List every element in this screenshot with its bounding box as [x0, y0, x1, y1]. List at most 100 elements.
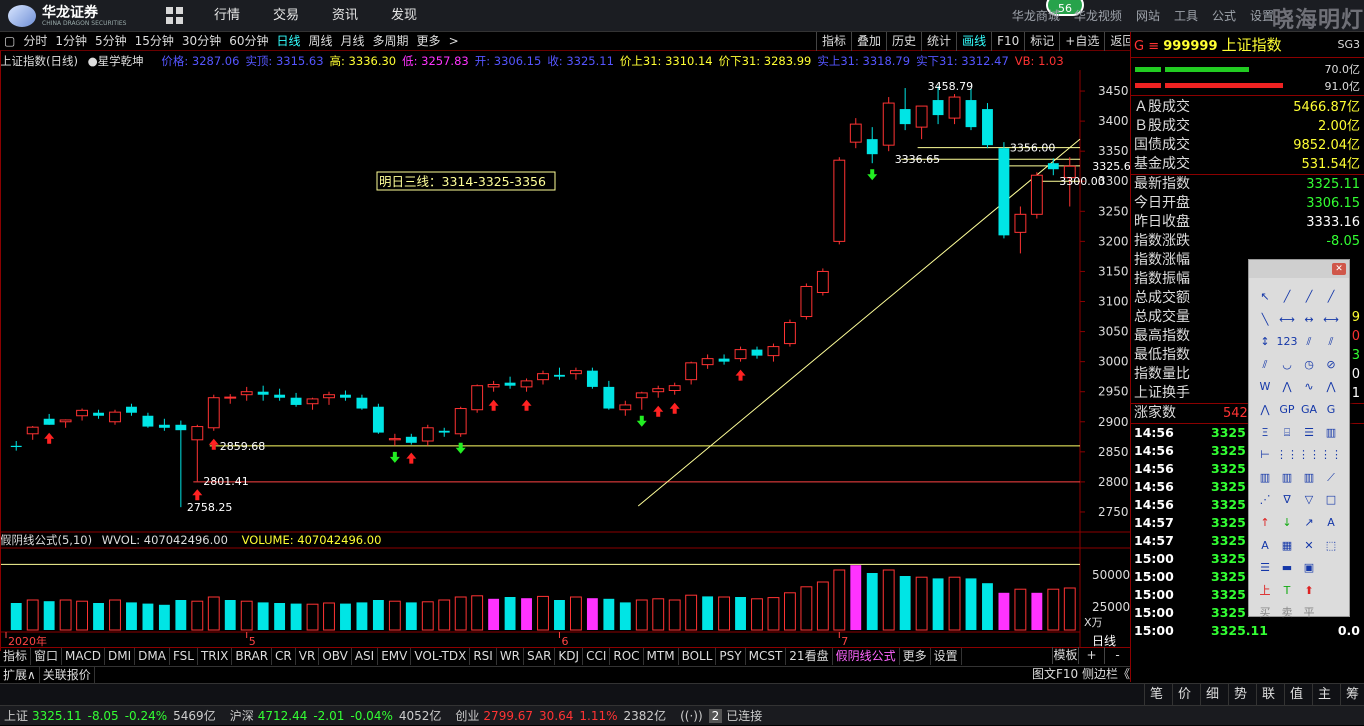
draw-tool-trade-1[interactable]: 卖	[1276, 602, 1298, 625]
candle[interactable]	[158, 418, 170, 431]
period-tab-9[interactable]: 多周期	[369, 32, 413, 50]
quote-tab-3[interactable]: 势	[1228, 683, 1252, 706]
candle[interactable]	[586, 367, 598, 389]
extension-item-1[interactable]: 关联报价	[40, 667, 95, 683]
template-control-1[interactable]: +	[1078, 647, 1104, 664]
indicator-tab-23[interactable]: MCST	[746, 648, 787, 665]
draw-tool-icon[interactable]: ╱	[1276, 286, 1298, 309]
indicator-tab-6[interactable]: TRIX	[198, 648, 233, 665]
candle[interactable]	[701, 354, 714, 369]
candle[interactable]	[405, 433, 417, 445]
draw-tool-icon[interactable]: ⬆	[1298, 580, 1320, 603]
draw-tool-icon[interactable]: ↔	[1298, 309, 1320, 332]
indicator-tab-27[interactable]: 设置	[931, 648, 962, 665]
candle[interactable]	[998, 142, 1010, 239]
strategy-label[interactable]: ●星学乾坤	[88, 54, 144, 68]
candle[interactable]	[438, 427, 450, 437]
draw-tool-icon[interactable]: Ξ	[1254, 422, 1276, 445]
candle[interactable]	[240, 386, 253, 401]
candle[interactable]	[982, 103, 993, 149]
draw-tool-icon[interactable]: ⫽	[1298, 331, 1320, 354]
volume-indicator-name[interactable]: 假阴线公式(5,10)	[0, 533, 92, 547]
candle[interactable]	[59, 419, 72, 428]
quote-tab-1[interactable]: 价	[1172, 683, 1196, 706]
draw-tool-icon[interactable]: ⫽	[1320, 331, 1342, 354]
draw-tool-icon[interactable]: ◡	[1276, 354, 1298, 377]
period-tab-2[interactable]: 5分钟	[91, 32, 131, 50]
candle[interactable]	[1047, 158, 1059, 176]
candle[interactable]	[109, 409, 121, 425]
right-menu-item-2[interactable]: 网站	[1136, 0, 1160, 32]
draw-tool-icon[interactable]: GP	[1276, 399, 1298, 422]
candle[interactable]	[175, 420, 187, 508]
draw-tool-icon[interactable]: 上	[1254, 580, 1276, 603]
candle[interactable]	[849, 118, 862, 149]
quote-tab-0[interactable]: 笔	[1144, 683, 1168, 706]
draw-tool-icon[interactable]: ⊢	[1254, 444, 1276, 467]
draw-tool-icon[interactable]	[1320, 580, 1342, 603]
quote-tab-5[interactable]: 值	[1284, 683, 1308, 706]
candle[interactable]	[471, 384, 484, 413]
candle[interactable]	[833, 157, 846, 245]
draw-tool-icon[interactable]: ⋀	[1254, 399, 1276, 422]
draw-tool-icon[interactable]: W	[1254, 376, 1276, 399]
candle[interactable]	[43, 413, 55, 425]
candle[interactable]	[290, 392, 302, 407]
draw-tool-icon[interactable]: 123	[1276, 331, 1298, 354]
period-tab-3[interactable]: 15分钟	[131, 32, 178, 50]
main-menu-item-3[interactable]: 发现	[391, 0, 450, 32]
draw-tool-icon[interactable]: ╲	[1254, 309, 1276, 332]
candle[interactable]	[603, 380, 615, 410]
draw-tool-icon[interactable]: ⟷	[1276, 309, 1298, 332]
candle[interactable]	[76, 408, 89, 421]
indicator-tab-8[interactable]: CR	[272, 648, 296, 665]
chart-tool-0[interactable]: 指标	[816, 32, 851, 51]
drawing-tools-window[interactable]: ✕ ↖ ╱ ╱ ╱ ╲ ⟷ ↔ ⟷ ↕ 123 ⫽ ⫽ ⫽ ◡ ◷ ⊘ W ⋀ ∿ ⋀ ⋀ GP GA G Ξ ⌸ ☰ ▥ ⊢ ⋮⋮ ⋮⋮ ⋮…	[1248, 259, 1350, 619]
chart-tool-4[interactable]: 画线	[956, 32, 991, 51]
candle[interactable]	[800, 283, 813, 320]
candle[interactable]	[454, 406, 467, 437]
right-menu-item-4[interactable]: 公式	[1212, 0, 1236, 32]
draw-tool-icon[interactable]: ↗	[1298, 512, 1320, 535]
chart-tool-2[interactable]: 历史	[886, 32, 921, 51]
candle[interactable]	[191, 424, 204, 482]
candle[interactable]	[783, 319, 796, 347]
indicator-tab-13[interactable]: VOL-TDX	[411, 648, 471, 665]
draw-tool-icon[interactable]: ╱	[1320, 286, 1342, 309]
draw-tool-icon[interactable]: ↓	[1276, 512, 1298, 535]
indicator-tab-14[interactable]: RSI	[470, 648, 497, 665]
draw-tool-icon[interactable]: ↑	[1254, 512, 1276, 535]
draw-tool-icon[interactable]: ∇	[1276, 489, 1298, 512]
chart-tool-7[interactable]: +自选	[1059, 32, 1104, 51]
indicator-tab-21[interactable]: BOLL	[679, 648, 717, 665]
period-tab-5[interactable]: 60分钟	[225, 32, 272, 50]
collapse-icon[interactable]: ▢	[0, 32, 19, 50]
indicator-tab-11[interactable]: ASI	[352, 648, 379, 665]
candle[interactable]	[126, 403, 137, 416]
draw-tool-icon[interactable]: ⋮⋮	[1320, 444, 1342, 467]
candle[interactable]	[356, 394, 368, 410]
draw-tool-icon[interactable]: ▽	[1298, 489, 1320, 512]
candle[interactable]	[257, 385, 269, 401]
candle[interactable]	[224, 394, 237, 404]
candle[interactable]	[504, 376, 516, 389]
candle[interactable]	[274, 388, 286, 401]
draw-tool-icon[interactable]: ↖	[1254, 286, 1276, 309]
draw-tool-icon[interactable]: ⟷	[1320, 309, 1342, 332]
draw-tool-icon[interactable]: ▣	[1298, 557, 1320, 580]
candle[interactable]	[207, 394, 220, 431]
indicator-tab-12[interactable]: EMV	[378, 648, 412, 665]
candle[interactable]	[948, 94, 961, 125]
more-chevron-icon[interactable]: >	[445, 32, 463, 50]
annotation-box[interactable]: 明日三线：3314-3325-3356	[376, 171, 556, 191]
draw-tool-icon[interactable]: A	[1320, 512, 1342, 535]
indicator-tab-18[interactable]: CCI	[583, 648, 611, 665]
candle[interactable]	[652, 385, 665, 398]
draw-tool-icon[interactable]: ⌸	[1276, 422, 1298, 445]
draw-tool-icon[interactable]: ✕	[1298, 535, 1320, 558]
candle[interactable]	[554, 367, 565, 380]
candle[interactable]	[718, 354, 730, 365]
candle[interactable]	[10, 441, 22, 451]
candle[interactable]	[816, 268, 829, 296]
candle[interactable]	[751, 346, 763, 359]
